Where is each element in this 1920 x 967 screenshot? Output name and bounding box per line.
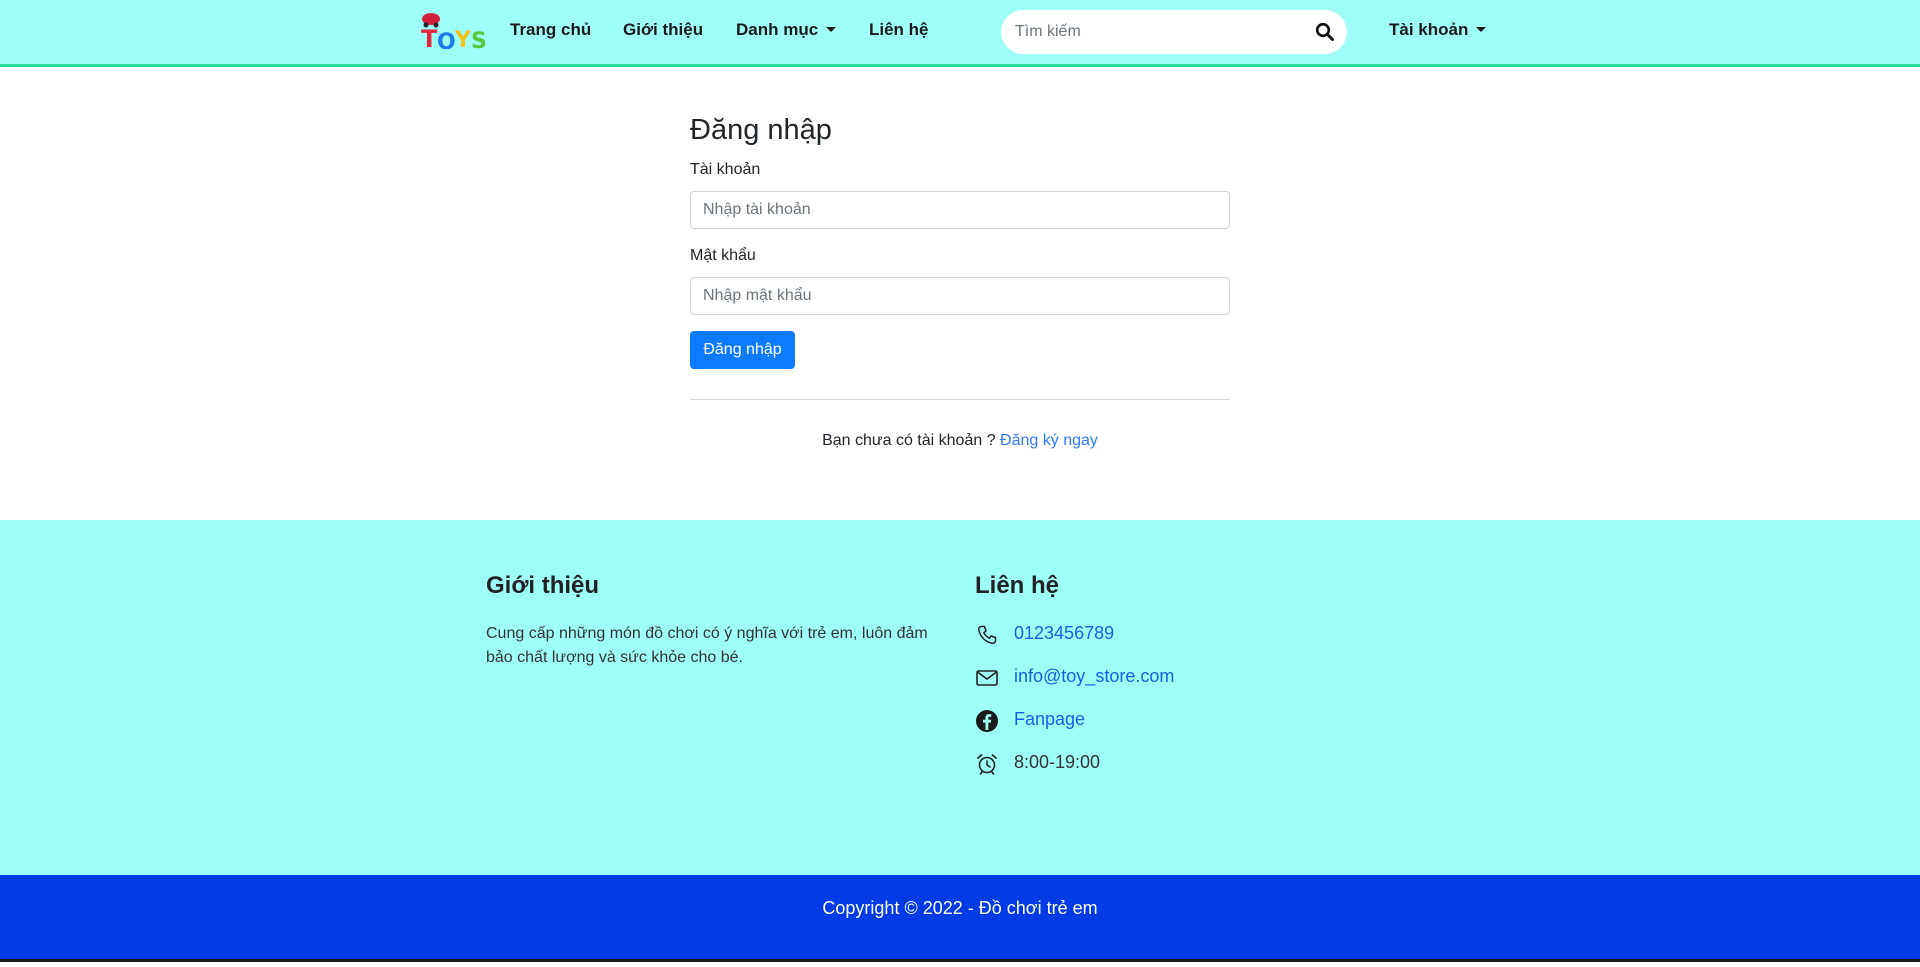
- fanpage-link[interactable]: Fanpage: [1014, 709, 1085, 730]
- phone-link[interactable]: 0123456789: [1014, 623, 1114, 644]
- register-prompt: Bạn chưa có tài khoản ? Đăng ký ngay: [690, 432, 1230, 450]
- login-title: Đăng nhập: [690, 114, 832, 146]
- nav-account-dropdown[interactable]: Tài khoản: [1389, 20, 1487, 40]
- footer-about-text: Cung cấp những món đồ chơi có ý nghĩa vớ…: [486, 625, 928, 666]
- caret-down-icon: [1476, 27, 1487, 32]
- phone-icon: [975, 623, 999, 647]
- search-box: [1001, 10, 1347, 54]
- navbar: T O Y S Trang chủ Giới thiệu Danh mục Li…: [0, 0, 1920, 67]
- nav-categories-dropdown[interactable]: Danh mục: [736, 20, 837, 40]
- divider: [690, 399, 1230, 400]
- svg-text:T: T: [421, 25, 438, 52]
- facebook-icon: [975, 709, 999, 733]
- toys-logo-icon: T O Y S: [421, 13, 487, 55]
- password-field[interactable]: [690, 277, 1230, 315]
- email-link[interactable]: info@toy_store.com: [1014, 666, 1174, 687]
- nav-account-label: Tài khoản: [1389, 20, 1469, 39]
- svg-text:S: S: [471, 29, 487, 52]
- search-button[interactable]: [1315, 22, 1335, 42]
- copyright-text: Copyright © 2022 - Đồ chơi trẻ em: [822, 898, 1098, 918]
- footer-about-heading: Giới thiệu: [486, 572, 600, 599]
- svg-text:O: O: [437, 30, 456, 52]
- nav-contact[interactable]: Liên hệ: [869, 20, 929, 40]
- login-button[interactable]: Đăng nhập: [690, 331, 795, 369]
- register-link[interactable]: Đăng ký ngay: [1000, 432, 1098, 449]
- envelope-icon: [975, 666, 999, 690]
- nav-home[interactable]: Trang chủ: [510, 20, 591, 40]
- footer: Giới thiệu Cung cấp những món đồ chơi có…: [0, 520, 1920, 875]
- caret-down-icon: [826, 27, 837, 32]
- username-field[interactable]: [690, 191, 1230, 229]
- search-input[interactable]: [1015, 10, 1305, 54]
- username-label: Tài khoản: [690, 161, 761, 178]
- alarm-clock-icon: [975, 752, 999, 776]
- nav-categories-label: Danh mục: [736, 20, 819, 39]
- copyright-bar: Copyright © 2022 - Đồ chơi trẻ em: [0, 875, 1920, 959]
- search-icon: [1315, 22, 1334, 41]
- hours-text: 8:00-19:00: [1014, 752, 1101, 772]
- password-label: Mật khẩu: [690, 247, 756, 264]
- svg-text:Y: Y: [454, 28, 472, 52]
- nav-about[interactable]: Giới thiệu: [623, 20, 703, 40]
- footer-contact-heading: Liên hệ: [975, 572, 1060, 599]
- bottom-edge: [0, 959, 1920, 967]
- no-account-text: Bạn chưa có tài khoản ?: [822, 432, 996, 449]
- brand-logo[interactable]: T O Y S: [419, 10, 491, 55]
